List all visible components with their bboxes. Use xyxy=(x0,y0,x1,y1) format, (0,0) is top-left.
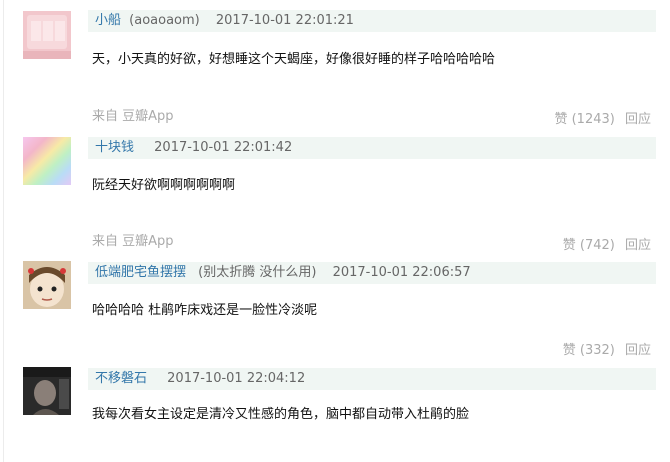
avatar[interactable] xyxy=(23,137,71,185)
comment-actions: 赞 (332) 回应 xyxy=(563,343,651,359)
comment-source: 来自 豆瓣App xyxy=(92,234,174,250)
author-link[interactable]: 小船 xyxy=(95,13,121,28)
author-nickname: (别太折腾 没什么用) xyxy=(198,265,317,280)
comment-meta: 不移磐石 2017-10-01 22:04:12 xyxy=(88,368,656,390)
reply-button[interactable]: 回应 xyxy=(625,238,651,253)
author-nickname: (aoaoaom) xyxy=(129,13,200,28)
comment-time: 2017-10-01 22:04:12 xyxy=(167,371,306,386)
avatar[interactable] xyxy=(23,261,71,309)
source-prefix: 来自 xyxy=(92,234,119,249)
comment-text: 我每次看女主设定是清冷又性感的角色，脑中都自动带入杜鹃的脸 xyxy=(92,407,470,422)
like-count: (742) xyxy=(579,238,615,253)
source-app-link[interactable]: 豆瓣App xyxy=(122,109,173,124)
reply-button[interactable]: 回应 xyxy=(625,112,651,127)
like-label: 赞 xyxy=(554,112,568,127)
like-button[interactable]: 赞 (1243) xyxy=(554,112,614,127)
comment-text: 哈哈哈哈 杜鹃咋床戏还是一脸性冷淡呢 xyxy=(92,303,318,318)
like-button[interactable]: 赞 (332) xyxy=(563,343,615,358)
like-label: 赞 xyxy=(562,238,576,253)
author-link[interactable]: 低端肥宅鱼摆摆 xyxy=(95,265,186,280)
comment-meta: 低端肥宅鱼摆摆 (别太折腾 没什么用) 2017-10-01 22:06:57 xyxy=(88,262,656,284)
author-link[interactable]: 十块钱 xyxy=(95,140,134,155)
avatar[interactable] xyxy=(23,11,71,59)
comment-text: 阮经天好欲啊啊啊啊啊啊 xyxy=(92,178,236,193)
comment-time: 2017-10-01 22:01:42 xyxy=(154,140,293,155)
left-divider xyxy=(3,0,4,462)
author-link[interactable]: 不移磐石 xyxy=(95,371,147,386)
comment-meta: 小船 (aoaoaom) 2017-10-01 22:01:21 xyxy=(88,10,656,32)
comment-time: 2017-10-01 22:01:21 xyxy=(215,13,354,28)
like-count: (332) xyxy=(579,343,615,358)
reply-button[interactable]: 回应 xyxy=(625,343,651,358)
comment-actions: 赞 (742) 回应 xyxy=(563,238,651,254)
comment-actions: 赞 (1243) 回应 xyxy=(554,112,651,128)
comment-text: 天，小天真的好欲，好想睡这个天蝎座，好像很好睡的样子哈哈哈哈哈 xyxy=(92,52,496,67)
like-button[interactable]: 赞 (742) xyxy=(563,238,615,253)
source-prefix: 来自 xyxy=(92,109,119,124)
comment-source: 来自 豆瓣App xyxy=(92,109,174,125)
avatar[interactable] xyxy=(23,367,71,415)
like-count: (1243) xyxy=(571,112,615,127)
comment-time: 2017-10-01 22:06:57 xyxy=(332,265,471,280)
comment-meta: 十块钱 2017-10-01 22:01:42 xyxy=(88,137,656,159)
source-app-link[interactable]: 豆瓣App xyxy=(122,234,173,249)
like-label: 赞 xyxy=(562,343,576,358)
